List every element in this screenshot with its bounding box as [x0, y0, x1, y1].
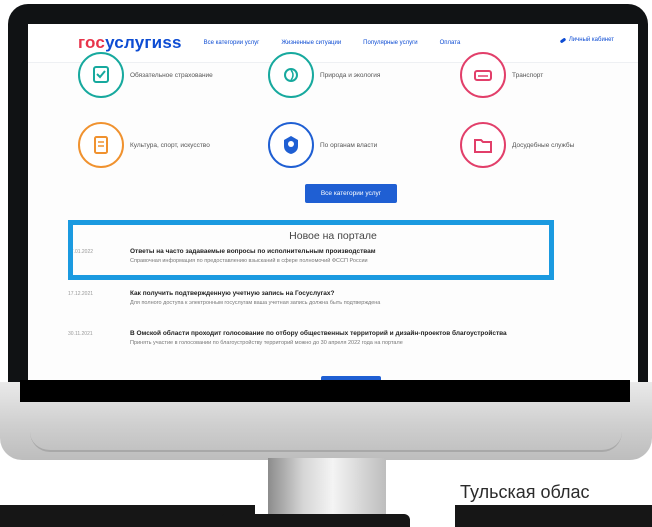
nav-link-payment[interactable]: Оплата: [440, 40, 461, 46]
news-summary: Для полного доступа к электронным госусл…: [130, 300, 381, 306]
logo-part-2: услугиss: [105, 33, 182, 52]
category-transport[interactable]: Транспорт: [460, 52, 543, 98]
category-label: Природа и экология: [320, 71, 381, 79]
category-label: Культура, спорт, искусство: [130, 141, 210, 149]
nav-link-popular-services[interactable]: Популярные услуги: [363, 40, 417, 46]
monitor-base: [220, 514, 410, 527]
category-label: По органам власти: [320, 141, 378, 149]
login-label: Личный кабинет: [568, 37, 614, 43]
logo-part-1: гос: [78, 33, 106, 52]
category-culture[interactable]: Культура, спорт, искусство: [78, 122, 210, 168]
news-date: 17.12.2021: [68, 291, 94, 297]
category-authorities[interactable]: По органам власти: [268, 122, 377, 168]
category-insurance[interactable]: Обязательное страхование: [78, 52, 213, 98]
highlight-frame: [68, 220, 554, 280]
category-nature[interactable]: Природа и экология: [268, 52, 380, 98]
category-label: Транспорт: [512, 71, 544, 79]
monitor-chin-edge: [30, 410, 622, 452]
desk-surface-left: [0, 505, 255, 527]
login-link[interactable]: Личный кабинет: [559, 37, 614, 43]
monitor-stand: [268, 458, 386, 518]
news-summary: Принять участие в голосовании по благоус…: [130, 340, 403, 346]
all-categories-button[interactable]: Все категории услуг: [305, 184, 397, 203]
category-label: Обязательное страхование: [130, 71, 213, 79]
category-pretrial[interactable]: Досудебные службы: [460, 122, 574, 168]
nav-link-all-categories[interactable]: Все категории услуг: [204, 40, 260, 46]
leaf-icon: [268, 52, 314, 98]
region-caption: Тульская облас: [460, 482, 590, 502]
browser-screen: госуслугиss Все категории услуг Жизненны…: [28, 24, 638, 384]
document-icon: [78, 122, 124, 168]
news-date: 30.11.2021: [68, 331, 93, 337]
nav-link-life-situations[interactable]: Жизненные ситуации: [281, 40, 341, 46]
emblem-icon: [268, 122, 314, 168]
monitor-bottom-bezel: [20, 380, 630, 402]
key-icon: [559, 37, 567, 43]
shield-check-icon: [78, 52, 124, 98]
site-logo[interactable]: госуслугиss: [78, 33, 182, 53]
desk-surface-right: [455, 505, 652, 527]
main-nav: Все категории услуг Жизненные ситуации П…: [204, 40, 483, 46]
news-headline[interactable]: Как получить подтвержденную учетную запи…: [130, 290, 335, 297]
folder-icon: [460, 122, 506, 168]
news-headline[interactable]: В Омской области проходит голосование по…: [130, 330, 507, 337]
category-label: Досудебные службы: [512, 141, 575, 149]
car-icon: [460, 52, 506, 98]
